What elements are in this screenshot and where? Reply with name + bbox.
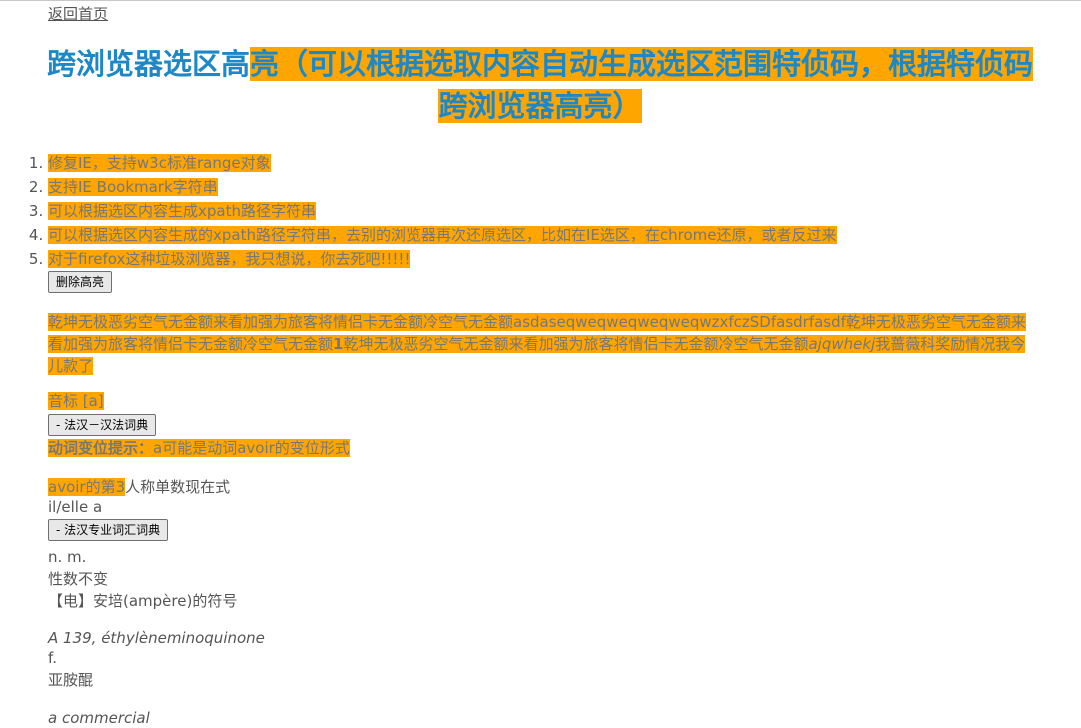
example-meaning: 亚胺醌 [48,671,94,689]
feature-text: 对于firefox这种垃圾浏览器，我只想说，你去死吧!!!!! [48,250,411,268]
paragraph-italic: ajqwhekj [808,335,876,353]
feature-list: 修复IE，支持w3c标准range对象 支持IE Bookmark字符串 可以根… [0,151,837,271]
page-title: 跨浏览器选区高亮（可以根据选取内容自动生成选区范围特侦码，根据特侦码跨浏览器高亮… [40,43,1040,127]
fr-cn-dictionary-button[interactable]: - 法汉－汉法词典 [48,414,157,436]
feature-text: 修复IE，支持w3c标准range对象 [48,154,271,172]
remove-highlight-button[interactable]: 删除高亮 [48,271,113,293]
list-item: 可以根据选区内容生成xpath路径字符串 [48,199,837,223]
list-item: 对于firefox这种垃圾浏览器，我只想说，你去死吧!!!!! [48,247,837,271]
verb-hint: 动词变位提示：a可能是动词avoir的变位形式 [48,439,350,457]
sample-paragraph: 乾坤无极恶劣空气无金额来看加强为旅客将情侣卡无金额冷空气无金额asdaseqwe… [48,311,1028,377]
feature-text: 可以根据选区内容生成xpath路径字符串 [48,202,316,220]
feature-text: 支持IE Bookmark字符串 [48,178,218,196]
list-item: 修复IE，支持w3c标准range对象 [48,151,837,175]
meaning: 【电】安培(ampère)的符号 [48,592,238,610]
conjugation-form: il/elle a [48,498,103,516]
paragraph-text: 乾坤无极恶劣空气无金额来看加强为旅客将情侣卡无金额冷空气无金额asdaseqwe… [48,313,1026,375]
feature-text: 可以根据选区内容生成的xpath路径字符串，去别的浏览器再次还原选区，比如在IE… [48,226,837,244]
verb-hint-text: a可能是动词avoir的变位形式 [153,439,350,457]
paragraph-segment: 乾坤无极恶劣空气无金额来看加强为旅客将情侣卡无金额冷空气无金额 [343,335,809,353]
page-title-highlighted: 亮（可以根据选取内容自动生成选区范围特侦码，根据特侦码跨浏览器高亮） [250,47,1034,123]
gender-note: 性数不变 [48,570,109,588]
dictionary-panel: 音标 [a] - 法汉－汉法词典 动词变位提示：a可能是动词avoir的变位形式… [48,391,1028,728]
page-title-part1: 跨浏览器选区高 [46,47,250,81]
paragraph-bold: 1 [333,335,344,353]
list-item: 支持IE Bookmark字符串 [48,175,837,199]
verb-hint-label: 动词变位提示： [48,439,154,457]
conjugation-text: 人称单数现在式 [125,478,231,496]
conjugation-highlight: avoir的第3 [48,478,126,496]
example-pos: f. [48,649,57,667]
phonetic: 音标 [a] [48,392,104,410]
example-term: a commercial [48,709,150,727]
list-item: 可以根据选区内容生成的xpath路径字符串，去别的浏览器再次还原选区，比如在IE… [48,223,837,247]
part-of-speech: n. m. [48,548,87,566]
example-term: A 139, éthylèneminoquinone [48,629,265,647]
fr-cn-professional-dictionary-button[interactable]: - 法汉专业词汇词典 [48,519,169,541]
back-home-link[interactable]: 返回首页 [48,3,108,24]
